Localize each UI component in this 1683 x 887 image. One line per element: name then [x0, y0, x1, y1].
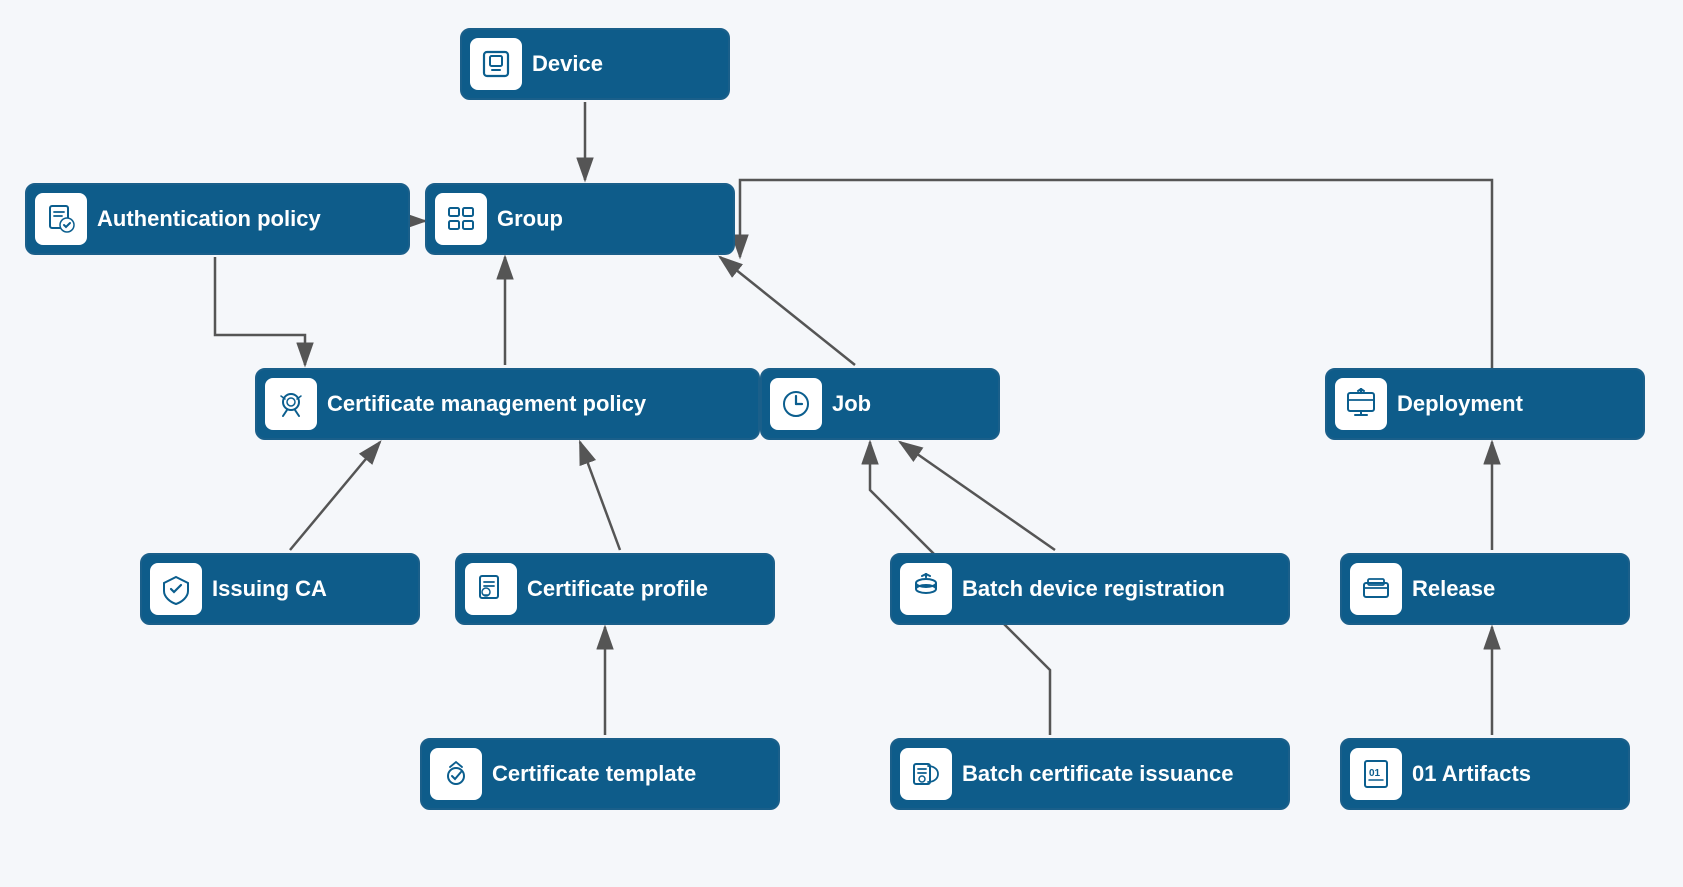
auth-policy-icon	[35, 193, 87, 245]
release-node: Release	[1340, 553, 1630, 625]
group-node: Group	[425, 183, 735, 255]
cert-template-label: Certificate template	[492, 761, 696, 787]
cert-profile-icon	[465, 563, 517, 615]
cert-mgmt-label: Certificate management policy	[327, 391, 646, 417]
diagram-container: Device Group Authentication policy	[0, 0, 1683, 887]
issuing-ca-label: Issuing CA	[212, 576, 327, 602]
release-label: Release	[1412, 576, 1495, 602]
job-node: Job	[760, 368, 1000, 440]
cert-profile-label: Certificate profile	[527, 576, 708, 602]
batch-device-reg-node: Batch device registration	[890, 553, 1290, 625]
issuing-ca-icon	[150, 563, 202, 615]
issuing-ca-node: Issuing CA	[140, 553, 420, 625]
group-icon	[435, 193, 487, 245]
cert-template-icon	[430, 748, 482, 800]
device-icon	[470, 38, 522, 90]
artifacts-label: 01 Artifacts	[1412, 761, 1531, 787]
batch-device-reg-icon	[900, 563, 952, 615]
deployment-icon	[1335, 378, 1387, 430]
batch-cert-iss-icon	[900, 748, 952, 800]
deployment-node: Deployment	[1325, 368, 1645, 440]
artifacts-icon: 01	[1350, 748, 1402, 800]
device-node: Device	[460, 28, 730, 100]
job-icon	[770, 378, 822, 430]
group-label: Group	[497, 206, 563, 232]
cert-template-node: Certificate template	[420, 738, 780, 810]
batch-cert-iss-node: Batch certificate issuance	[890, 738, 1290, 810]
auth-policy-label: Authentication policy	[97, 206, 321, 232]
release-icon	[1350, 563, 1402, 615]
device-label: Device	[532, 51, 603, 77]
svg-text:01: 01	[1369, 768, 1381, 779]
cert-profile-node: Certificate profile	[455, 553, 775, 625]
deployment-label: Deployment	[1397, 391, 1523, 417]
artifacts-node: 01 01 Artifacts	[1340, 738, 1630, 810]
batch-device-reg-label: Batch device registration	[962, 576, 1225, 602]
cert-mgmt-node: Certificate management policy	[255, 368, 760, 440]
job-label: Job	[832, 391, 871, 417]
cert-mgmt-icon	[265, 378, 317, 430]
auth-policy-node: Authentication policy	[25, 183, 410, 255]
batch-cert-iss-label: Batch certificate issuance	[962, 761, 1233, 787]
